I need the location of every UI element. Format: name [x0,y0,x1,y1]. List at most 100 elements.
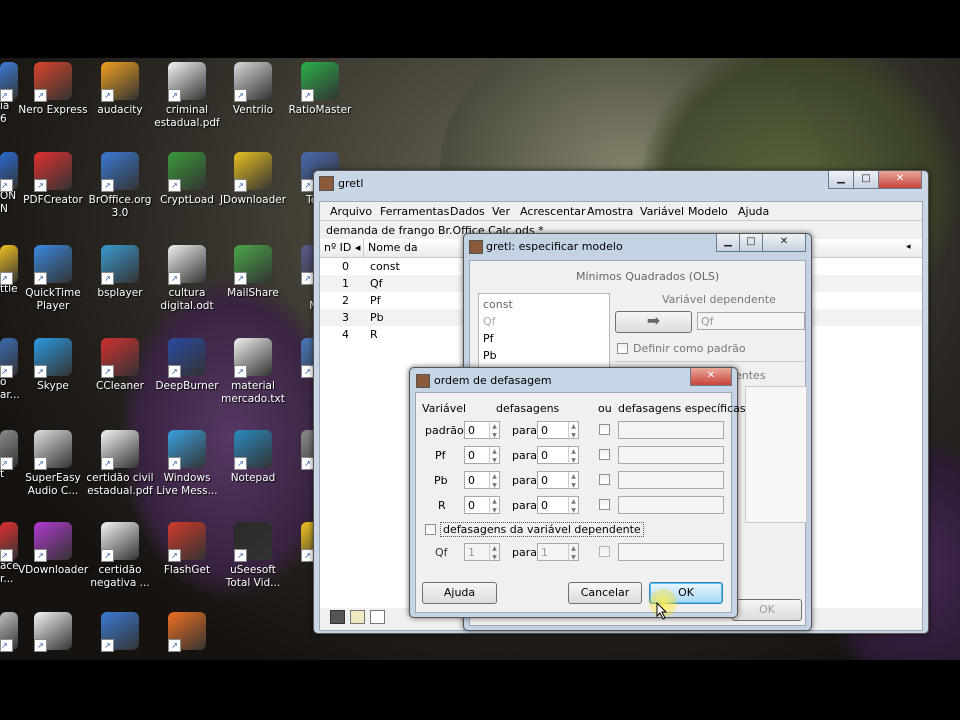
minimize-button[interactable]: ▁ [716,234,740,252]
desktop-icon[interactable]: ↗ Windows Live Mess... [152,430,222,498]
specify-model-ok-button[interactable]: OK [732,599,802,621]
independent-vars-list[interactable] [745,386,807,523]
minimize-button[interactable]: ▁ [828,171,854,189]
app-icon: ↗ [234,245,272,285]
lag-order-titlebar[interactable]: ordem de defasagem ✕ [410,368,737,390]
lag-to-stepper[interactable]: 0 ▲ ▼ [537,496,579,515]
specific-lags-field[interactable] [618,421,724,439]
desktop-icon[interactable]: ↗ uSeesoft Total Vid... [218,522,288,590]
specific-lags-field[interactable] [618,543,724,561]
menu-ferramentas[interactable]: Ferramentas [380,205,449,218]
desktop-icon[interactable]: ↗ Ventrilo [218,62,288,117]
desktop-icon[interactable]: ↗ CCleaner [85,338,155,393]
specify-model-titlebar[interactable]: gretl: especificar modelo ▁ □ ✕ [464,234,811,256]
lag-to-stepper[interactable]: 0 ▲ ▼ [537,446,579,465]
maximize-button[interactable]: □ [739,234,763,252]
menu-variavel[interactable]: Variável [640,205,684,218]
desktop-icon[interactable]: ↗ ttle [0,245,20,296]
desktop-icon[interactable]: ↗ [85,612,155,658]
specific-lags-field[interactable] [618,471,724,489]
specific-lags-checkbox[interactable] [599,474,610,485]
desktop-icon[interactable]: ↗ CryptLoad [152,152,222,207]
dependent-lags-label[interactable]: defasagens da variável dependente [440,522,644,537]
desktop-icon[interactable]: ↗ QuickTime Player [18,245,88,313]
app-icon: ↗ [234,152,272,192]
desktop-icon[interactable]: ↗ criminal estadual.pdf [152,62,222,130]
lag-from-stepper[interactable]: 0 ▲ ▼ [464,446,500,465]
desktop-icon[interactable]: ↗ Nero Express [18,62,88,117]
desktop-icon[interactable]: ↗ ia 6 [0,62,20,126]
desktop-icon[interactable]: ↗ bsplayer [85,245,155,300]
lag-from-stepper[interactable]: 1 ▲ ▼ [464,543,500,562]
desktop-icon[interactable]: ↗ RatioMaster [285,62,355,117]
app-icon: ↗ [101,430,139,470]
app-icon: ↗ [234,62,272,102]
cancel-button[interactable]: Cancelar [568,582,642,604]
list-item[interactable]: Qf [483,315,496,328]
dependent-var-field[interactable]: Qf [697,312,805,330]
desktop-icon[interactable]: ↗ o ar... [0,338,20,402]
col-name-header[interactable]: Nome da variável ◂ [364,239,464,272]
desktop-icon[interactable]: ↗ Notepad [218,430,288,485]
lag-from-stepper[interactable]: 0 ▲ ▼ [464,496,500,515]
menu-arquivo[interactable]: Arquivo [330,205,372,218]
calculator-icon[interactable] [330,610,345,624]
edit-icon[interactable] [350,610,365,624]
desktop-icon[interactable]: ↗ FlashGet [152,522,222,577]
lag-to-stepper[interactable]: 0 ▲ ▼ [537,421,579,440]
help-button[interactable]: Ajuda [422,582,497,604]
desktop-icon[interactable]: ↗ SuperEasy Audio C... [18,430,88,498]
lag-order-dialog[interactable]: ordem de defasagem ✕ Variável defasagens… [409,367,746,618]
set-default-label: Definir como padrão [633,342,746,355]
choose-dependent-button[interactable]: ➡ [615,311,692,333]
list-item[interactable]: Pf [483,332,494,345]
close-button[interactable]: ✕ [762,234,806,252]
col-id-header[interactable]: nº ID ◂ [320,239,364,257]
specific-lags-checkbox[interactable] [599,499,610,510]
gretl-titlebar[interactable]: gretl ▁ □ ✕ [314,171,928,193]
shortcut-arrow-icon: ↗ [168,549,181,562]
desktop-icon[interactable]: ↗ [0,612,20,658]
lag-from-stepper[interactable]: 0 ▲ ▼ [464,471,500,490]
dependent-lags-checkbox[interactable] [425,524,436,535]
lag-from-stepper[interactable]: 0 ▲ ▼ [464,421,500,440]
desktop-icon[interactable]: ↗ material mercado.txt [218,338,288,406]
desktop-icon[interactable]: ↗ t [0,430,20,481]
specific-lags-field[interactable] [618,496,724,514]
desktop-icon[interactable]: ↗ DeepBurner [152,338,222,393]
desktop-icon[interactable]: ↗ VDownloader [18,522,88,577]
menu-ajuda[interactable]: Ajuda [738,205,769,218]
menu-amostra[interactable]: Amostra [587,205,633,218]
specific-lags-field[interactable] [618,446,724,464]
specific-lags-checkbox[interactable] [599,449,610,460]
list-item[interactable]: const [483,298,513,311]
set-default-checkbox[interactable] [617,343,628,354]
specific-lags-checkbox[interactable] [599,546,610,557]
desktop-icon[interactable]: ↗ BrOffice.org 3.0 [85,152,155,220]
desktop-icon[interactable]: ↗ audacity [85,62,155,117]
close-button[interactable]: ✕ [690,368,732,386]
desktop-icon[interactable]: ↗ [152,612,222,658]
menu-ver[interactable]: Ver [492,205,510,218]
desktop-icon[interactable]: ↗ Skype [18,338,88,393]
desktop-icon[interactable]: ↗ certidão civil estadual.pdf [85,430,155,498]
desktop-icon[interactable]: ↗ PDFCreator [18,152,88,207]
maximize-button[interactable]: □ [853,171,879,189]
console-icon[interactable] [370,610,385,624]
list-item[interactable]: Pb [483,349,497,362]
lag-to-stepper[interactable]: 0 ▲ ▼ [537,471,579,490]
desktop-icon[interactable]: ↗ certidão negativa ... [85,522,155,590]
lag-to-stepper[interactable]: 1 ▲ ▼ [537,543,579,562]
col-or-header: ou [598,402,612,415]
menu-dados[interactable]: Dados [450,205,485,218]
close-button[interactable]: ✕ [878,171,922,189]
desktop-icon[interactable]: ↗ [18,612,88,658]
menu-acrescentar[interactable]: Acrescentar [520,205,586,218]
menu-modelo[interactable]: Modelo [688,205,728,218]
desktop-icon[interactable]: ↗ cultura digital.odt [152,245,222,313]
desktop-icon[interactable]: ↗ ace r... [0,522,20,586]
desktop-icon[interactable]: ↗ JDownloader [218,152,288,207]
desktop-icon[interactable]: ↗ ON N [0,152,20,216]
desktop-icon[interactable]: ↗ MailShare [218,245,288,300]
specific-lags-checkbox[interactable] [599,424,610,435]
